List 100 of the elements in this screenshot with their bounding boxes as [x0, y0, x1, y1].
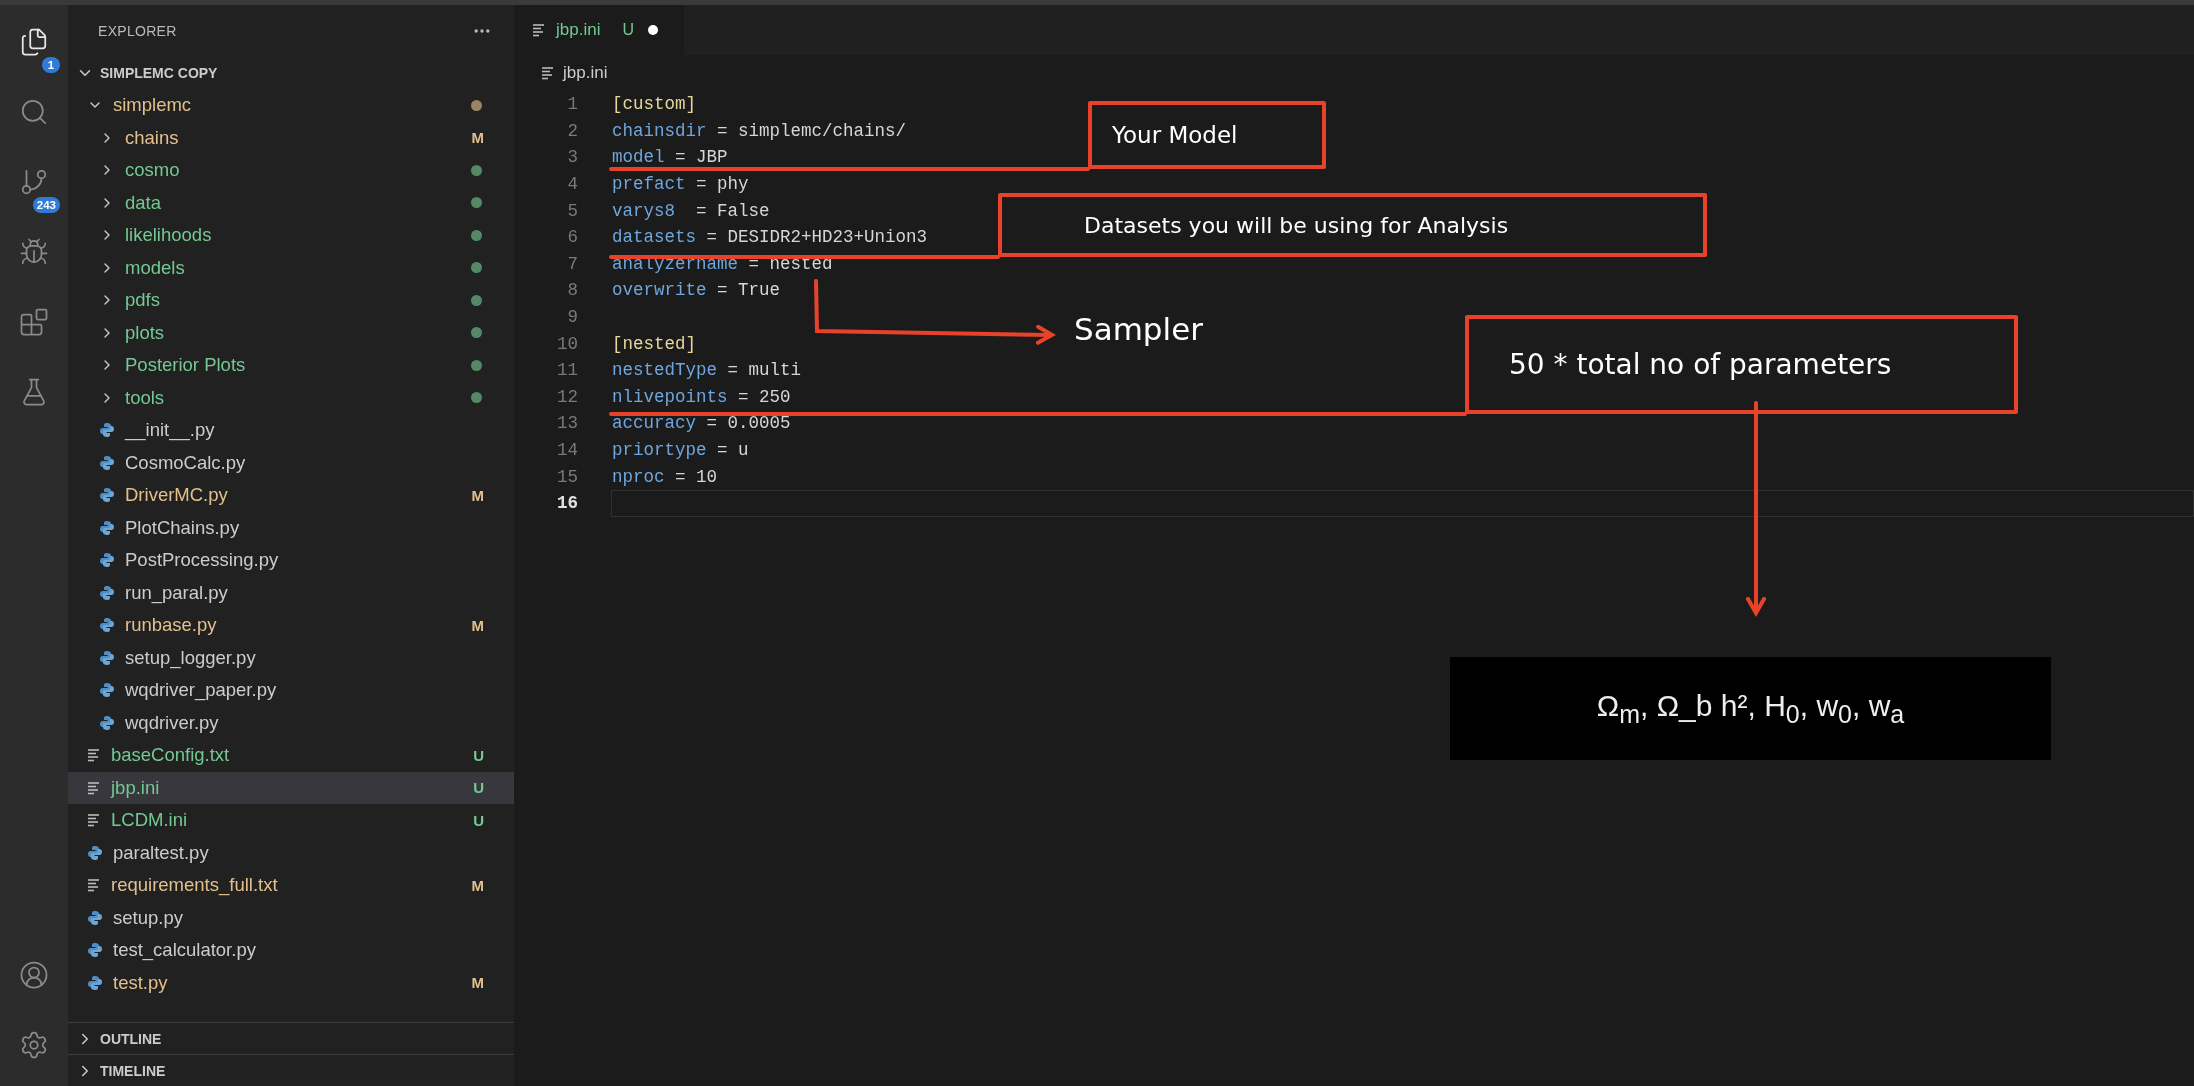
setting-value: = nested — [748, 253, 833, 274]
line-number: 8 — [566, 280, 578, 301]
line-number: 5 — [566, 200, 578, 221]
annotation-label: Sampler — [1074, 311, 1203, 347]
annotation-box: 50 * total no of parameters — [1465, 315, 2018, 414]
file-tree-item[interactable]: likelihoods — [68, 219, 514, 252]
count-badge: 1 — [42, 57, 60, 73]
file-tree-item[interactable]: CosmoCalc.py — [68, 446, 514, 479]
setting-value: = multi — [727, 360, 802, 381]
file-tree-item[interactable]: wqdriver_paper.py — [68, 674, 514, 707]
editor-tab[interactable]: jbp.ini U — [514, 5, 684, 55]
file-tree-item[interactable]: data — [68, 186, 514, 219]
file-tree-item[interactable]: setup_logger.py — [68, 641, 514, 674]
python-file-icon — [87, 909, 103, 926]
file-tree-item[interactable]: __init__.py — [68, 414, 514, 447]
setting-value: = phy — [696, 174, 749, 195]
line-number: 6 — [566, 227, 578, 248]
setting-key: chainsdir — [612, 120, 707, 141]
file-tree-item[interactable]: baseConfig.txt U — [68, 739, 514, 772]
extensions-icon[interactable] — [19, 306, 49, 338]
file-tree-item[interactable]: test_calculator.py — [68, 934, 514, 967]
setting-key: datasets — [612, 227, 696, 248]
section-heading: [custom] — [612, 94, 696, 115]
annotation-box: Datasets you will be using for Analysis — [998, 193, 1707, 257]
setting-value: = DESIDR2+HD23+Union3 — [706, 227, 928, 248]
python-file-icon — [99, 682, 115, 699]
file-tree-item[interactable]: runbase.py M — [68, 609, 514, 642]
setting-key: analyzername — [612, 253, 739, 274]
file-tree-item[interactable]: simplemc — [68, 89, 514, 122]
python-file-icon — [99, 422, 115, 439]
python-file-icon — [99, 649, 115, 666]
parameter-list: Ω$_{m}$, Ω_b h², H$_{0}$, w$_{0}$, w$_{a}$ — [1450, 657, 2051, 760]
accounts-icon[interactable] — [19, 959, 49, 991]
setting-value: = 0.0005 — [706, 413, 791, 434]
file-tree-item[interactable]: PostProcessing.py — [68, 544, 514, 577]
setting-key: model — [612, 147, 665, 168]
python-file-icon — [99, 552, 115, 569]
file-tree-item[interactable]: requirements_full.txt M — [68, 869, 514, 902]
line-number: 7 — [566, 253, 578, 274]
setting-value: = JBP — [675, 147, 728, 168]
file-tree-item[interactable]: run_paral.py — [68, 576, 514, 609]
python-file-icon — [87, 844, 103, 861]
line-number: 1 — [566, 94, 578, 115]
file-tree-item[interactable]: Posterior Plots — [68, 349, 514, 382]
line-number: 16 — [556, 493, 578, 514]
setting-key: priortype — [612, 440, 707, 460]
file-tree-item[interactable]: cosmo — [68, 154, 514, 187]
file-tree-item[interactable]: DriverMC.py M — [68, 479, 514, 512]
text-file-icon — [87, 780, 101, 795]
python-file-icon — [99, 617, 115, 634]
line-number: 11 — [556, 360, 578, 381]
file-tree-item[interactable]: pdfs — [68, 284, 514, 317]
setting-key: prefact — [612, 174, 686, 195]
file-tree-item[interactable]: paraltest.py — [68, 836, 514, 869]
file-tree-item[interactable]: jbp.ini U — [68, 771, 514, 804]
file-tree-item[interactable]: models — [68, 251, 514, 284]
text-file-icon — [87, 878, 101, 893]
file-tree-item[interactable]: test.py M — [68, 966, 514, 999]
breadcrumb[interactable]: jbp.ini — [563, 63, 608, 83]
setting-value: = 10 — [675, 466, 718, 487]
settings-icon[interactable] — [19, 1029, 49, 1061]
file-tree-item[interactable]: LCDM.ini U — [68, 804, 514, 837]
setting-value: = False — [695, 200, 770, 221]
file-tree-item[interactable]: chains M — [68, 121, 514, 154]
line-number: 4 — [566, 174, 578, 195]
sidebar-title: EXPLORER — [98, 23, 177, 39]
python-file-icon — [87, 974, 103, 991]
setting-key: accuracy — [612, 413, 696, 434]
line-number: 13 — [556, 413, 578, 434]
setting-value: = True — [717, 280, 781, 301]
python-file-icon — [99, 714, 115, 731]
explorer-icon[interactable] — [19, 26, 49, 58]
python-file-icon — [99, 487, 115, 504]
setting-key: overwrite — [612, 280, 707, 301]
setting-key: nlivepoints — [612, 386, 728, 407]
file-tree-item[interactable]: plots — [68, 316, 514, 349]
setting-key: nestedType — [612, 360, 718, 381]
section-header[interactable]: SIMPLEMC COPY — [68, 57, 514, 89]
setting-value: = simplemc/chains/ — [717, 120, 907, 141]
file-tree-item[interactable]: setup.py — [68, 901, 514, 934]
file-tree-item[interactable]: tools — [68, 381, 514, 414]
count-badge: 243 — [32, 197, 60, 213]
panel-header[interactable]: OUTLINE — [68, 1022, 514, 1054]
line-number: 10 — [556, 333, 578, 354]
python-file-icon — [99, 584, 115, 601]
file-tree-item[interactable]: wqdriver.py — [68, 706, 514, 739]
line-number: 3 — [566, 147, 578, 168]
line-number: 2 — [566, 120, 578, 141]
python-file-icon — [99, 519, 115, 536]
text-file-icon — [87, 813, 101, 828]
panel-header[interactable]: TIMELINE — [68, 1054, 514, 1086]
python-file-icon — [87, 942, 103, 959]
annotation-box: Your Model — [1088, 101, 1326, 169]
text-file-icon — [87, 748, 101, 763]
setting-key: varys8 — [612, 200, 675, 221]
setting-key: nproc — [612, 466, 665, 487]
setting-value: = u — [717, 440, 749, 460]
line-number: 15 — [556, 466, 578, 487]
line-number: 12 — [556, 386, 578, 407]
file-tree-item[interactable]: PlotChains.py — [68, 511, 514, 544]
